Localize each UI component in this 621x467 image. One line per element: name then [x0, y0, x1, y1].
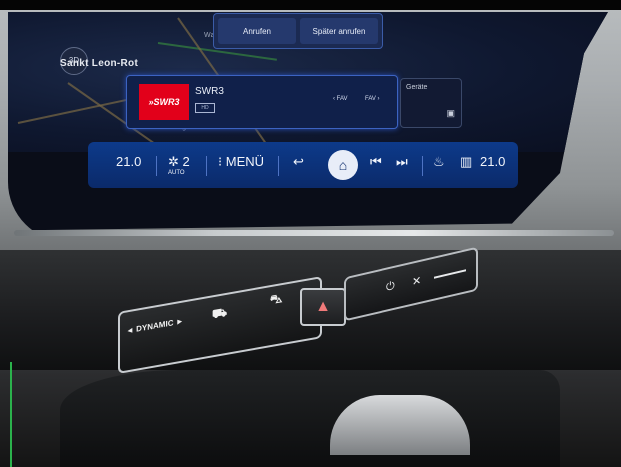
answer-call-button[interactable]: Anrufen: [218, 18, 296, 44]
separator: [422, 156, 423, 176]
hd-radio-badge: HD: [195, 103, 215, 113]
fan-speed-value: 2: [182, 154, 190, 169]
edge-light: [10, 362, 12, 467]
radio-media-card[interactable]: »SWR3 SWR3 HD ‹ FAV FAV ›: [126, 75, 398, 129]
parking-assist-icon[interactable]: ⛟: [212, 305, 227, 324]
fav-next-button[interactable]: FAV ›: [365, 96, 380, 102]
fan-mode-label: AUTO: [168, 170, 185, 176]
skip-next-icon[interactable]: ⏭: [396, 154, 408, 170]
home-icon[interactable]: ⌂: [328, 150, 358, 180]
call-popup: Anrufen Später anrufen: [213, 13, 383, 49]
station-logo: »SWR3: [139, 84, 189, 120]
menu-icon: ⁝: [218, 154, 223, 169]
power-icon[interactable]: ⏻: [386, 280, 395, 295]
screen-bezel-reflection: [14, 230, 614, 236]
devices-label: Geräte: [406, 84, 428, 91]
phone-device-icon: ▣: [446, 108, 455, 118]
devices-card[interactable]: Geräte ▣: [400, 78, 462, 128]
skip-previous-icon[interactable]: ⏮: [370, 154, 382, 170]
separator: [278, 156, 279, 176]
chrome-trim: [330, 395, 470, 455]
car-icon[interactable]: ⛍: [270, 291, 282, 309]
mute-icon[interactable]: ✕: [412, 274, 421, 289]
center-console-storage: [60, 370, 560, 467]
menu-label: MENÜ: [225, 154, 265, 169]
car-interior-photo: 3D Sankt Leon-Rot Wal Angelsee Anrufen S…: [0, 0, 621, 467]
fan-icon: ✲: [168, 154, 179, 169]
top-black-bar: [0, 0, 621, 10]
hazard-triangle-icon[interactable]: ▲: [300, 288, 346, 326]
defrost-icon[interactable]: ♨: [433, 154, 445, 170]
back-arrow-icon[interactable]: ↩: [293, 154, 304, 170]
call-later-button[interactable]: Später anrufen: [300, 18, 378, 44]
fav-previous-button[interactable]: ‹ FAV: [333, 96, 348, 102]
infotainment-screen: 3D Sankt Leon-Rot Wal Angelsee Anrufen S…: [8, 12, 608, 231]
station-name: SWR3: [195, 86, 224, 97]
temperature-left[interactable]: 21.0: [116, 154, 141, 169]
fan-speed-control[interactable]: ✲ 2 AUTO: [168, 154, 190, 176]
map-place-label: Sankt Leon-Rot: [60, 58, 139, 69]
volume-slider[interactable]: [434, 269, 466, 279]
menu-button[interactable]: ⁝ MENÜ: [218, 154, 264, 170]
climate-control-bar: 21.0 ✲ 2 AUTO ⁝ MENÜ ↩ ⌂ ⏮ ⏭ ♨ ▥ 21.0: [88, 142, 518, 188]
dynamic-select-switch[interactable]: ◄ DYNAMIC ►: [126, 316, 184, 335]
separator: [206, 156, 207, 176]
rear-defrost-icon[interactable]: ▥: [460, 154, 472, 170]
separator: [156, 156, 157, 176]
temperature-right[interactable]: 21.0: [480, 154, 505, 169]
